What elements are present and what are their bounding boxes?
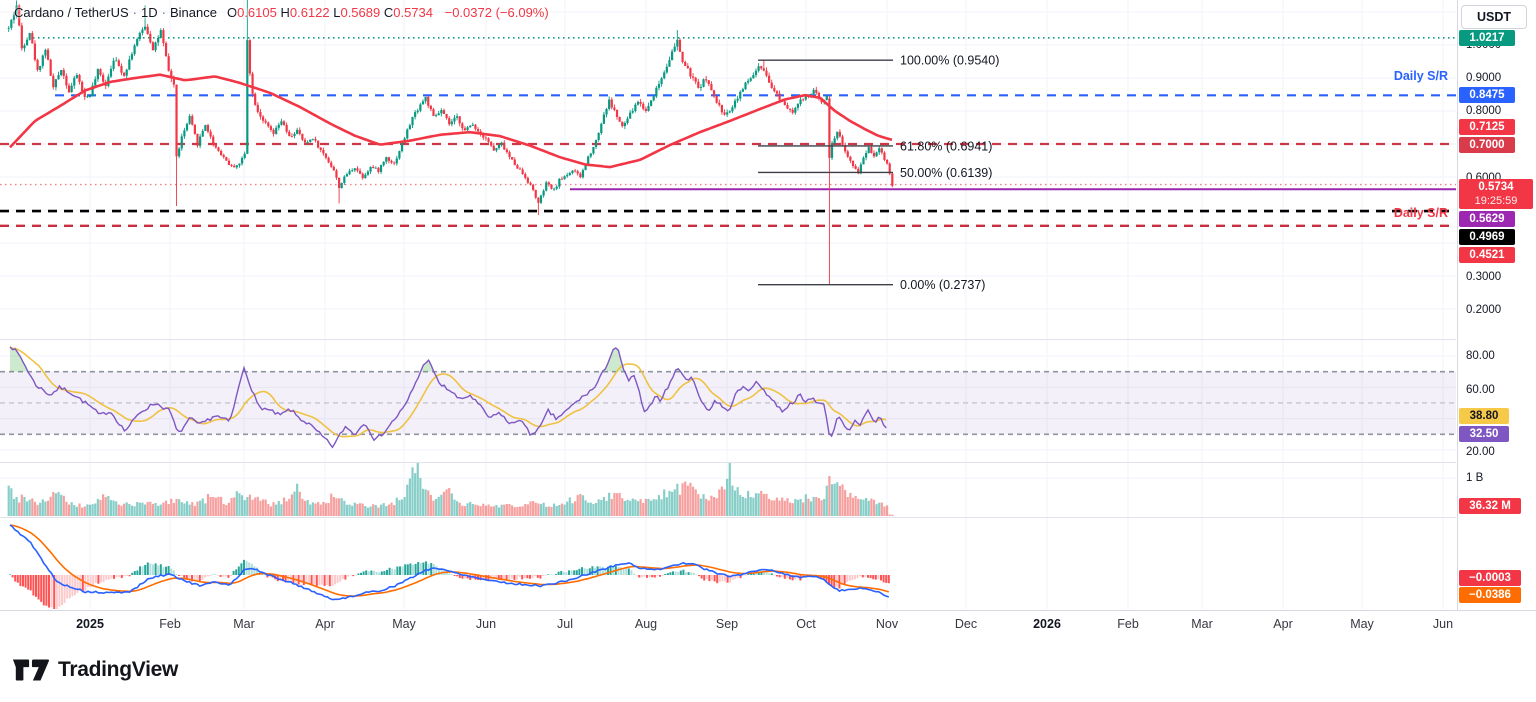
time-label: Aug [635,617,657,631]
fib-retracement[interactable]: 100.00% (0.9540) 61.80% (0.6941) 50.00% (0… [758,54,999,292]
tradingview-chart-app: 100.00% (0.9540) 61.80% (0.6941) 50.00% (0… [0,0,1536,702]
ohlc-value: 0.5734 [393,5,436,20]
change-value: −0.0372 (−6.09%) [445,5,549,20]
time-label: Oct [796,617,815,631]
time-label: Sep [716,617,738,631]
time-label: Apr [1273,617,1292,631]
interval-label: 1D [141,5,158,20]
time-label: 2025 [76,617,104,631]
legend-separator: · [162,5,166,20]
legend-separator: · [133,5,137,20]
fib-label: 0.00% (0.2737) [900,278,985,292]
ohlc-values: O0.6105 H0.6122 L0.5689 C0.5734 [227,5,437,20]
axis-tick: 80.00 [1466,350,1495,362]
time-label: Jun [1433,617,1453,631]
time-label: May [1350,617,1374,631]
candlestick-series[interactable] [8,0,894,285]
tradingview-logo-text: TradingView [58,658,178,682]
time-label: 2026 [1033,617,1061,631]
time-label: May [392,617,416,631]
time-label: Apr [315,617,334,631]
chart-area[interactable]: 100.00% (0.9540) 61.80% (0.6941) 50.00% (0… [0,0,1456,610]
price-badge: −0.0386 [1459,587,1521,603]
axis-tick: 1 B [1466,472,1483,484]
axis-tick: 0.3000 [1466,271,1501,283]
chart-canvas[interactable]: 100.00% (0.9540) 61.80% (0.6941) 50.00% (0… [0,0,1456,610]
axis-tick: 20.00 [1466,446,1495,458]
axis-tick: 0.2000 [1466,304,1501,316]
ohlc-value: 0.6122 [290,5,333,20]
macd-signal-line [10,525,889,596]
ohlc-key: C [384,5,393,20]
price-badge: 38.80 [1459,408,1509,424]
price-scale[interactable]: 1.00000.90000.80000.60000.30000.200080.0… [1457,0,1536,610]
price-badge: 0.7125 [1459,119,1515,135]
moving-average-line[interactable] [10,75,892,167]
time-label: Dec [955,617,977,631]
time-label: Mar [233,617,255,631]
time-label: Feb [1117,617,1139,631]
currency-unit-button[interactable]: USDT [1461,5,1527,29]
ohlc-value: 0.5689 [340,5,383,20]
fib-label: 61.80% (0.6941) [900,139,992,153]
ohlc-value: 0.6105 [237,5,280,20]
symbol-legend[interactable]: Cardano / TetherUS·1D·BinanceO0.6105 H0.… [14,5,549,20]
price-badge: 0.5629 [1459,211,1515,227]
time-label: Jun [476,617,496,631]
tradingview-logo[interactable]: TradingView [12,657,178,683]
fib-label: 50.00% (0.6139) [900,166,992,180]
ohlc-key: H [280,5,289,20]
axis-tick: 0.9000 [1466,72,1501,84]
price-badge: 0.7000 [1459,137,1515,153]
price-badge: 1.0217 [1459,30,1515,46]
tradingview-logo-icon [12,657,50,683]
volume-pane[interactable] [8,459,894,516]
price-badge: 32.50 [1459,426,1509,442]
price-badge: 0.573419:25:59 [1459,179,1533,209]
footer: TradingView [0,638,1536,702]
axis-tick: 60.00 [1466,384,1495,396]
price-badge: 0.4521 [1459,247,1515,263]
time-label: Mar [1191,617,1213,631]
time-label: Feb [159,617,181,631]
fib-label: 100.00% (0.9540) [900,54,999,68]
price-badge: 36.32 M [1459,498,1521,514]
ohlc-key: O [227,5,237,20]
time-label: Jul [557,617,573,631]
axis-tick: 0.8000 [1466,105,1501,117]
symbol-title: Cardano / TetherUS [14,5,129,20]
daily-sr-label: Daily S/R [1378,69,1448,83]
price-badge: 0.4969 [1459,229,1515,245]
daily-sr-label: Daily S/R [1378,206,1448,220]
price-badge: 0.8475 [1459,87,1515,103]
time-label: Nov [876,617,898,631]
macd-pane[interactable] [9,525,890,610]
exchange-label: Binance [170,5,217,20]
horizontal-levels [0,38,1456,226]
price-badge: −0.0003 [1459,570,1521,586]
time-scale[interactable]: 2025 Feb Mar Apr May Jun Jul Aug Sep Oct Nov Dec 202… [0,610,1536,639]
